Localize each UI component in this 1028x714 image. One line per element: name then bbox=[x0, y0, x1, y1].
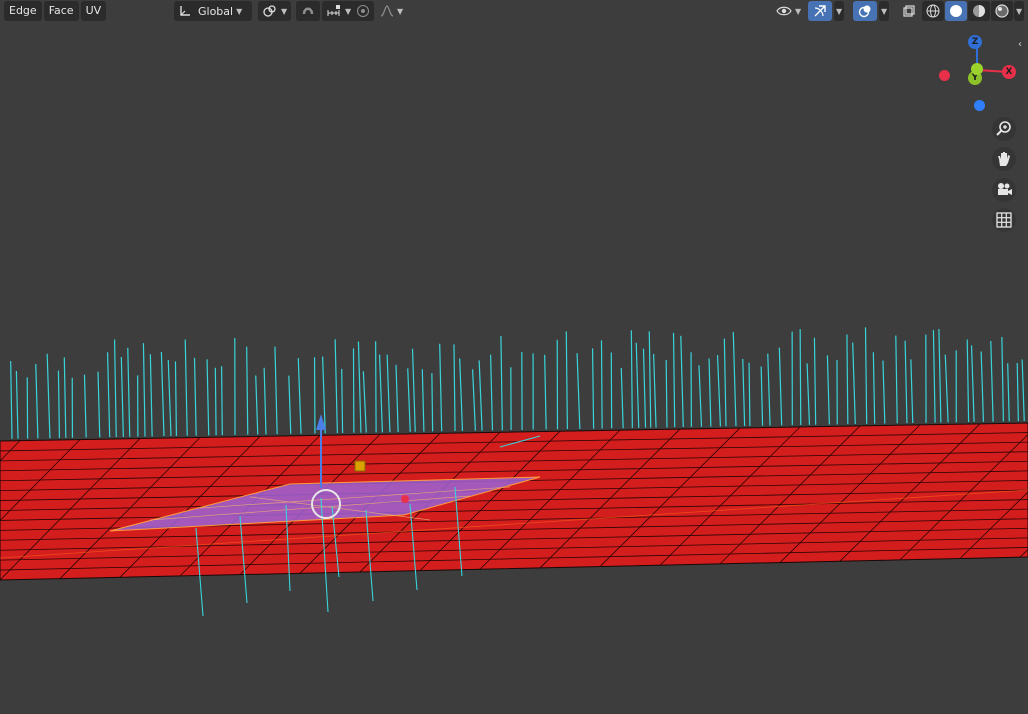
normal-line bbox=[665, 360, 668, 428]
normal-line bbox=[214, 367, 217, 436]
material-shading-icon bbox=[973, 5, 985, 17]
rendered-shading-icon bbox=[995, 4, 1009, 18]
pan-button[interactable] bbox=[992, 147, 1016, 171]
pivot-point-dropdown[interactable]: ▼ bbox=[258, 1, 292, 21]
overlay-toggle-icon bbox=[858, 5, 871, 18]
header-menus: Edge Face UV bbox=[4, 1, 108, 21]
snap-target-dropdown[interactable]: ▼ bbox=[322, 1, 356, 21]
negative-x-axis-ball[interactable] bbox=[939, 70, 950, 81]
chevron-down-icon: ▼ bbox=[281, 6, 288, 16]
falloff-curve-icon bbox=[380, 5, 394, 17]
solid-shading-button[interactable] bbox=[945, 1, 967, 21]
chevron-down-icon: ▼ bbox=[397, 6, 404, 16]
proportional-editing-icon bbox=[357, 5, 369, 17]
gizmo-toggle-button[interactable] bbox=[808, 1, 832, 21]
snap-group: ▼ bbox=[296, 1, 356, 21]
normal-line bbox=[220, 366, 223, 436]
solid-shading-icon bbox=[950, 5, 962, 17]
rendered-shading-button[interactable] bbox=[991, 1, 1013, 21]
ortho-toggle-button[interactable] bbox=[992, 208, 1016, 232]
gizmo-group: ▼ bbox=[808, 1, 845, 21]
proportional-group: ▼ bbox=[352, 1, 408, 21]
chevron-down-icon: ▼ bbox=[345, 6, 352, 16]
xray-toggle-icon bbox=[903, 5, 915, 17]
normal-line bbox=[431, 373, 434, 432]
pivot-group: ▼ bbox=[258, 1, 292, 21]
z-axis-gizmo-ball[interactable]: Z bbox=[968, 35, 982, 49]
3d-cursor-marker bbox=[401, 495, 409, 503]
overlay-toggle-button[interactable] bbox=[853, 1, 877, 21]
overlay-group: ▼ bbox=[853, 1, 890, 21]
pivot-point-icon bbox=[263, 5, 276, 17]
normal-line bbox=[600, 340, 603, 429]
shading-dropdown[interactable]: ▼ bbox=[1014, 1, 1025, 21]
ortho-grid-icon bbox=[996, 212, 1012, 228]
shading-group: ▼ bbox=[922, 1, 1025, 21]
visibility-eye-icon bbox=[776, 6, 792, 16]
orientation-label: Global bbox=[198, 4, 234, 18]
chevron-down-icon: ▼ bbox=[1016, 6, 1023, 16]
xray-toggle-button[interactable] bbox=[897, 1, 921, 21]
pan-hand-icon bbox=[998, 152, 1010, 166]
orientation-axes-icon bbox=[180, 6, 190, 16]
uv-menu[interactable]: UV bbox=[80, 1, 107, 21]
visibility-group: ▼ bbox=[772, 1, 806, 21]
transform-orientation-group: Global ▼ bbox=[174, 1, 252, 21]
wireframe-shading-button[interactable] bbox=[922, 1, 944, 21]
chevron-down-icon: ▼ bbox=[881, 6, 888, 16]
y-axis-gizmo-ball-top[interactable] bbox=[971, 63, 983, 75]
scale-gizmo-handle[interactable] bbox=[354, 460, 366, 472]
wireframe-shading-icon bbox=[926, 4, 940, 18]
normal-line bbox=[748, 362, 751, 426]
selectability-visibility-dropdown[interactable]: ▼ bbox=[772, 1, 806, 21]
xray-group bbox=[897, 1, 923, 21]
negative-z-axis-ball[interactable] bbox=[974, 100, 985, 111]
camera-view-button[interactable] bbox=[992, 178, 1016, 202]
overlay-dropdown[interactable]: ▼ bbox=[879, 1, 890, 21]
zoom-button[interactable] bbox=[992, 117, 1016, 141]
zoom-icon bbox=[996, 121, 1011, 136]
normal-line bbox=[799, 329, 802, 425]
material-shading-button[interactable] bbox=[968, 1, 990, 21]
snap-toggle-icon bbox=[302, 7, 314, 15]
x-axis-label: X bbox=[1005, 67, 1013, 77]
gizmo-dropdown[interactable]: ▼ bbox=[834, 1, 845, 21]
face-menu[interactable]: Face bbox=[43, 1, 79, 21]
proportional-falloff-dropdown[interactable]: ▼ bbox=[376, 1, 408, 21]
chevron-down-icon: ▼ bbox=[795, 6, 802, 16]
z-axis-label: Z bbox=[971, 37, 979, 47]
chevron-down-icon: ▼ bbox=[836, 6, 843, 16]
proportional-editing-button[interactable] bbox=[352, 1, 374, 21]
snap-increment-icon bbox=[327, 5, 340, 16]
chevron-down-icon: ▼ bbox=[236, 6, 243, 16]
x-axis-gizmo-ball[interactable]: X bbox=[1002, 65, 1016, 79]
snap-toggle-button[interactable] bbox=[296, 1, 320, 21]
edge-menu[interactable]: Edge bbox=[4, 1, 42, 21]
camera-view-icon bbox=[998, 183, 1012, 195]
3d-viewport[interactable] bbox=[0, 0, 1028, 714]
gizmo-toggle-icon bbox=[814, 5, 826, 17]
transform-orientation-dropdown[interactable]: Global ▼ bbox=[174, 1, 252, 21]
